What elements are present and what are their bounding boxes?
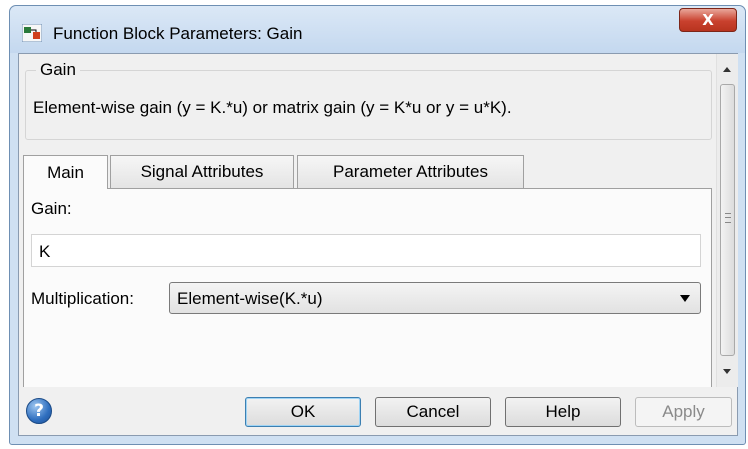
apply-button-label: Apply [662,402,705,421]
gain-label: Gain: [31,199,72,218]
apply-button[interactable]: Apply [635,397,732,427]
cancel-button-label: Cancel [406,402,460,421]
tab-parameter-attributes-label: Parameter Attributes [333,162,488,181]
multiplication-dropdown[interactable]: Element-wise(K.*u) [169,282,701,314]
close-icon: X [702,11,714,29]
tab-signal-attributes[interactable]: Signal Attributes [110,155,294,188]
dropdown-arrow-icon [680,295,690,302]
tab-main-label: Main [47,162,84,182]
description-group: Gain Element-wise gain (y = K.*u) or mat… [25,60,712,140]
scroll-up-arrow-icon[interactable] [723,67,731,72]
vertical-scrollbar[interactable] [716,54,738,387]
block-description: Element-wise gain (y = K.*u) or matrix g… [33,98,512,117]
close-button[interactable]: X [679,8,737,32]
help-button-label: Help [545,402,581,421]
cancel-button[interactable]: Cancel [375,397,491,427]
multiplication-selected-value: Element-wise(K.*u) [177,289,323,308]
main-tab-panel: Gain: K Multiplication: Element-wise(K.*… [23,188,712,387]
simulink-app-icon [22,24,42,42]
scrollbar-thumb[interactable] [720,84,735,356]
tab-parameter-attributes[interactable]: Parameter Attributes [297,155,524,188]
help-button[interactable]: Help [505,397,621,427]
ok-button-label: OK [290,402,316,421]
dialog-window: Function Block Parameters: Gain X Gain E… [9,5,746,445]
tab-main[interactable]: Main [23,155,108,189]
gain-input[interactable]: K [31,234,701,267]
dialog-client-area: Gain Element-wise gain (y = K.*u) or mat… [18,53,738,436]
scroll-down-arrow-icon[interactable] [723,369,731,374]
title-bar[interactable]: Function Block Parameters: Gain X [10,6,745,53]
help-question-icon[interactable]: ? [26,398,52,424]
tab-signal-attributes-label: Signal Attributes [140,162,264,181]
ok-button[interactable]: OK [245,397,361,427]
multiplication-label: Multiplication: [31,289,134,308]
button-bar: ? OK Cancel Help Apply [19,387,737,435]
window-title: Function Block Parameters: Gain [53,24,303,43]
grip-icon [725,213,731,223]
group-title: Gain [36,60,80,80]
tab-bar: Main Signal Attributes Parameter Attribu… [23,155,723,189]
